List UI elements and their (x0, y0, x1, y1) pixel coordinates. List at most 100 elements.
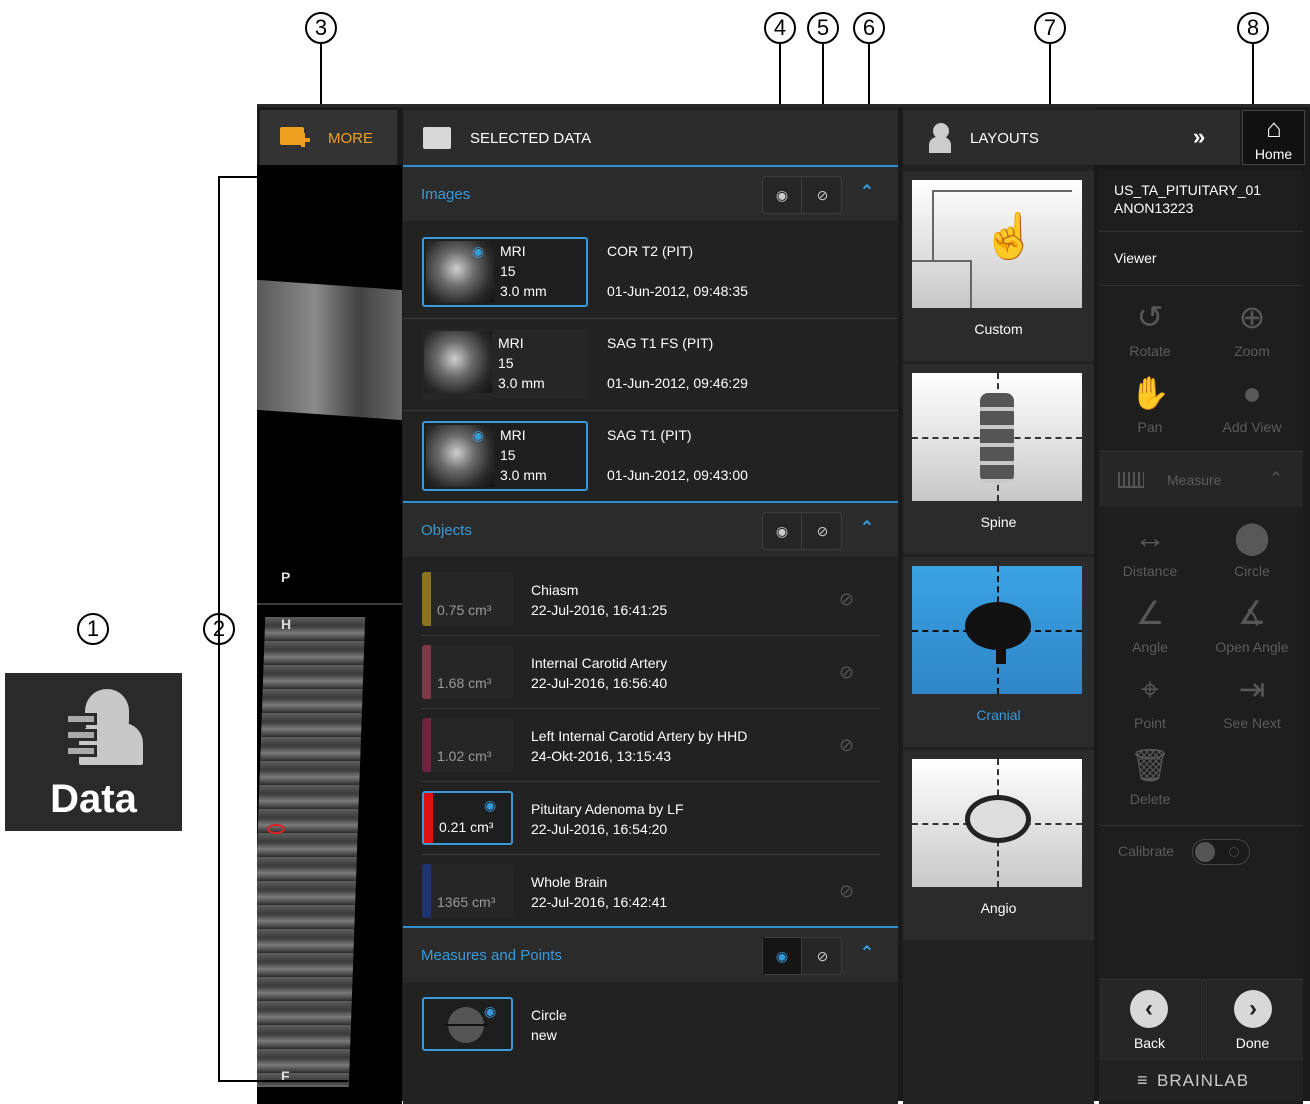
zoom-icon: ⊕ (1238, 299, 1266, 335)
hidden-eye-icon[interactable]: ⊘ (839, 735, 854, 756)
callout-4: 4 (764, 12, 796, 44)
calibrate-toggle[interactable] (1192, 839, 1250, 865)
app-window: P H F MORE SELECTED DATA Images ◉ ⊘ ⌃ ◉ … (257, 104, 1310, 1104)
delete-tool[interactable]: 🗑 Delete (1099, 745, 1201, 821)
angle-tool[interactable]: ∠ Angle (1099, 593, 1201, 669)
callout-7: 7 (1034, 12, 1066, 44)
home-label: Home (1254, 146, 1293, 162)
object-row[interactable]: 1365 cm³ Whole Brain 22-Jul-2016, 16:42:… (403, 855, 898, 928)
more-button[interactable]: MORE (260, 110, 397, 165)
callout-6: 6 (853, 12, 885, 44)
right-panel: US_TA_PITUITARY_01 ANON13223 Viewer ↺ Rot… (1099, 171, 1303, 1104)
angle-icon: ∠ (1135, 595, 1165, 631)
layout-card-angio[interactable]: Angio (903, 750, 1094, 940)
layouts-header: LAYOUTS » (903, 110, 1240, 165)
image-row[interactable]: ◉ MRI 15 3.0 mm COR T2 (PIT) 01-Jun-2012… (403, 227, 898, 319)
measures-section-header: Measures and Points ◉ ⊘ ⌃ (403, 926, 898, 982)
object-row[interactable]: 0.75 cm³ Chiasm 22-Jul-2016, 16:41:25 ⊘ (403, 563, 898, 636)
object-volume-tile: 1.68 cm³ (422, 645, 513, 699)
see-next-tool[interactable]: ⇥ See Next (1201, 669, 1303, 745)
objects-section-header: Objects ◉ ⊘ ⌃ (403, 501, 898, 557)
object-name: Pituitary Adenoma by LF (531, 801, 684, 817)
callout-8: 8 (1237, 12, 1269, 44)
brainlab-logo: ≡ BRAINLAB (1099, 1063, 1303, 1101)
hide-all-eye-icon[interactable]: ⊘ (803, 938, 842, 974)
add-view-head-icon: ● (1242, 375, 1262, 411)
image-thumbnail: ◉ MRI 15 3.0 mm (422, 421, 588, 491)
callout-1: 1 (77, 613, 109, 645)
object-row[interactable]: 1.68 cm³ Internal Carotid Artery 22-Jul-… (403, 636, 898, 709)
spine-icon (912, 373, 1082, 501)
calibrate-label: Calibrate (1118, 843, 1175, 859)
visible-eye-icon[interactable]: ◉ (472, 427, 484, 444)
rotate-tool[interactable]: ↺ Rotate (1099, 297, 1201, 373)
pan-tool[interactable]: ✋ Pan (1099, 373, 1201, 449)
object-name: Left Internal Carotid Artery by HHD (531, 728, 748, 744)
object-date: 22-Jul-2016, 16:56:40 (531, 675, 668, 691)
home-button[interactable]: ⌂ Home (1242, 110, 1305, 165)
visible-eye-icon[interactable]: ◉ (484, 1003, 496, 1020)
images-section-title: Images (421, 186, 471, 203)
layout-card-custom[interactable]: ☝ Custom (903, 171, 1094, 361)
image-thumbnail: MRI 15 3.0 mm (422, 329, 588, 399)
hidden-eye-icon[interactable]: ⊘ (839, 881, 854, 902)
hide-all-eye-icon[interactable]: ⊘ (803, 177, 842, 213)
layout-card-cranial[interactable]: Cranial (903, 557, 1094, 747)
measure-section-header[interactable]: Measure ⌃ (1099, 451, 1303, 507)
images-visibility-group: ◉ ⊘ (762, 176, 842, 214)
collapse-objects-chevron-icon[interactable]: ⌃ (858, 519, 876, 537)
back-button[interactable]: ‹ Back (1099, 979, 1200, 1061)
brainlab-mark-icon: ≡ (1137, 1070, 1148, 1090)
object-row[interactable]: 1.02 cm³ Left Internal Carotid Artery by… (403, 709, 898, 782)
point-tool[interactable]: ⌖ Point (1099, 669, 1201, 745)
home-icon: ⌂ (1266, 113, 1282, 143)
callout-3: 3 (305, 12, 337, 44)
layout-card-spine[interactable]: Spine (903, 364, 1094, 554)
circle-tool[interactable]: ⬤ Circle (1201, 517, 1303, 593)
coronal-image (257, 617, 366, 1087)
measure-row[interactable]: ◉ Circle new (403, 987, 898, 1060)
object-row[interactable]: ◉ 0.21 cm³ Pituitary Adenoma by LF 22-Jul… (403, 782, 898, 855)
object-volume-tile: 0.75 cm³ (422, 572, 513, 626)
distance-tool[interactable]: ↔ Distance (1099, 517, 1201, 593)
hide-all-eye-icon[interactable]: ⊘ (803, 513, 842, 549)
viewer-area[interactable]: P H F (257, 165, 402, 1104)
data-tile[interactable]: Data (5, 673, 182, 831)
show-all-eye-icon[interactable]: ◉ (763, 177, 802, 213)
measures-section-title: Measures and Points (421, 947, 562, 964)
visible-eye-icon[interactable]: ◉ (484, 797, 496, 814)
open-angle-icon: ∡ (1237, 595, 1267, 631)
image-series-name: SAG T1 (PIT) (607, 427, 692, 443)
done-label: Done (1235, 1035, 1270, 1051)
hidden-eye-icon[interactable]: ⊘ (839, 589, 854, 610)
done-button[interactable]: › Done (1201, 979, 1303, 1061)
show-all-eye-icon[interactable]: ◉ (763, 938, 802, 974)
collapse-measures-chevron-icon[interactable]: ⌃ (858, 944, 876, 962)
open-angle-tool[interactable]: ∡ Open Angle (1201, 593, 1303, 669)
measures-visibility-group: ◉ ⊘ (762, 937, 842, 975)
layouts-title: LAYOUTS (970, 130, 1039, 147)
brainlab-wordmark: BRAINLAB (1157, 1071, 1250, 1090)
lesion-marker (267, 824, 285, 834)
back-label: Back (1133, 1035, 1166, 1051)
measure-label: Measure (1167, 472, 1222, 488)
selected-data-header: SELECTED DATA (403, 110, 898, 165)
collapse-images-chevron-icon[interactable]: ⌃ (858, 183, 876, 201)
orientation-label-p: P (281, 569, 291, 585)
image-row[interactable]: MRI 15 3.0 mm SAG T1 FS (PIT) 01-Jun-201… (403, 319, 898, 411)
zoom-tool[interactable]: ⊕ Zoom (1201, 297, 1303, 373)
add-view-tool[interactable]: ● Add View (1201, 373, 1303, 449)
show-all-eye-icon[interactable]: ◉ (763, 513, 802, 549)
sagittal-image (257, 279, 402, 421)
measure-collapse-chevron-icon[interactable]: ⌃ (1269, 469, 1283, 489)
image-series-date: 01-Jun-2012, 09:43:00 (607, 467, 748, 483)
more-label: MORE (328, 130, 373, 147)
custom-layout-hand-icon: ☝ (912, 180, 1082, 308)
hidden-eye-icon[interactable]: ⊘ (839, 662, 854, 683)
visible-eye-icon[interactable]: ◉ (472, 243, 484, 260)
expand-double-chevron-icon[interactable]: » (1193, 124, 1205, 150)
image-row[interactable]: ◉ MRI 15 3.0 mm SAG T1 (PIT) 01-Jun-2012… (403, 411, 898, 503)
image-series-name: SAG T1 FS (PIT) (607, 335, 714, 351)
object-name: Chiasm (531, 582, 579, 598)
layout-person-icon (925, 123, 951, 153)
